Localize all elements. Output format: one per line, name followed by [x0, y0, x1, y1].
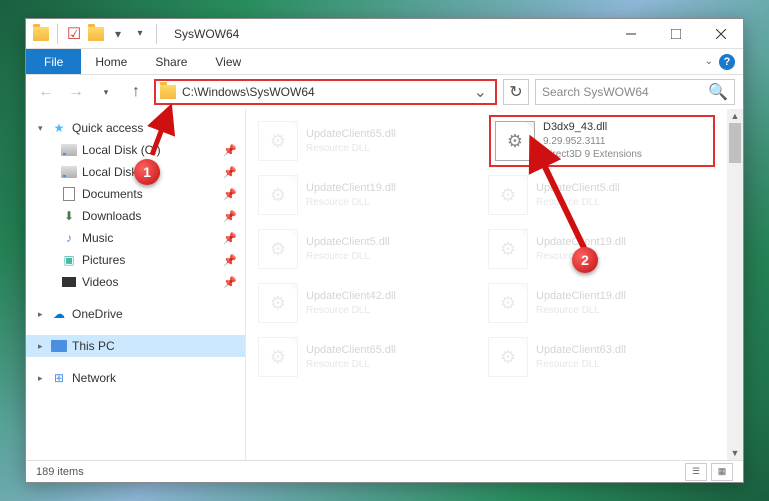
sidebar-pictures[interactable]: ▣Pictures📌 [26, 249, 245, 271]
properties-icon[interactable]: ☑ [65, 25, 83, 43]
home-tab[interactable]: Home [81, 49, 141, 74]
sidebar-music[interactable]: ♪Music📌 [26, 227, 245, 249]
search-placeholder: Search SysWOW64 [542, 85, 708, 99]
vertical-scrollbar[interactable]: ▲ ▼ [727, 109, 743, 460]
item-count: 189 items [36, 466, 685, 478]
chevron-right-icon[interactable]: ▸ [38, 309, 50, 320]
sidebar-local-disk-c[interactable]: Local Disk (C:)📌 [26, 139, 245, 161]
forward-button[interactable]: → [64, 80, 88, 104]
status-bar: 189 items ☰ ▦ [26, 460, 743, 482]
chevron-down-icon[interactable]: ▾ [38, 123, 50, 134]
music-icon: ♪ [60, 230, 78, 246]
pin-icon: 📌 [223, 188, 237, 201]
file-tab[interactable]: File [26, 49, 81, 74]
new-folder-icon[interactable] [87, 25, 105, 43]
address-dropdown-icon[interactable]: ⌄ [470, 82, 491, 102]
scroll-up-icon[interactable]: ▲ [727, 109, 743, 123]
cloud-icon: ☁ [50, 306, 68, 322]
ribbon: File Home Share View ⌄ ? [26, 49, 743, 75]
details-view-button[interactable]: ☰ [685, 463, 707, 481]
navigation-pane: ▾ ★ Quick access Local Disk (C:)📌 Local … [26, 109, 246, 460]
expand-ribbon-icon[interactable]: ⌄ [705, 56, 713, 67]
search-icon: 🔍 [708, 82, 728, 102]
chevron-right-icon[interactable]: ▸ [38, 373, 50, 384]
scroll-down-icon[interactable]: ▼ [727, 446, 743, 460]
disk-icon [60, 164, 78, 180]
callout-arrow-2 [520, 130, 600, 265]
pin-icon: 📌 [223, 144, 237, 157]
address-bar[interactable]: C:\Windows\SysWOW64 ⌄ [154, 79, 497, 105]
pc-icon [50, 338, 68, 354]
chevron-right-icon[interactable]: ▸ [38, 341, 50, 352]
icons-view-button[interactable]: ▦ [711, 463, 733, 481]
callout-arrow-1 [146, 100, 186, 165]
share-tab[interactable]: Share [141, 49, 201, 74]
scroll-thumb[interactable] [729, 123, 741, 163]
download-icon: ⬇ [60, 208, 78, 224]
document-icon [60, 186, 78, 202]
quick-access[interactable]: ▾ ★ Quick access [26, 117, 245, 139]
maximize-button[interactable] [653, 19, 698, 49]
close-button[interactable] [698, 19, 743, 49]
network-icon: ⊞ [50, 370, 68, 386]
folder-icon [160, 85, 176, 99]
sidebar-network[interactable]: ▸⊞Network [26, 367, 245, 389]
disk-icon [60, 142, 78, 158]
sidebar-documents[interactable]: Documents📌 [26, 183, 245, 205]
sidebar-videos[interactable]: Videos📌 [26, 271, 245, 293]
explorer-window: ☑ ▾ ▾ SysWOW64 File Home Share View ⌄ ? … [25, 18, 744, 483]
view-tab[interactable]: View [201, 49, 255, 74]
star-icon: ★ [50, 120, 68, 136]
sidebar-this-pc[interactable]: ▸This PC [26, 335, 245, 357]
customize-icon[interactable]: ▾ [131, 25, 149, 43]
up-button[interactable]: ↑ [124, 80, 148, 104]
help-icon[interactable]: ? [719, 54, 735, 70]
content-pane: ⚙UpdateClient65.dllResource DLL⚙UpdateCl… [246, 109, 743, 460]
address-path: C:\Windows\SysWOW64 [182, 85, 470, 99]
callout-2: 2 [572, 247, 598, 273]
pictures-icon: ▣ [60, 252, 78, 268]
refresh-button[interactable]: ↻ [503, 79, 529, 105]
window-title: SysWOW64 [166, 27, 608, 41]
qat-dropdown-icon[interactable]: ▾ [109, 25, 127, 43]
folder-icon [32, 25, 50, 43]
callout-1: 1 [134, 159, 160, 185]
pin-icon: 📌 [223, 232, 237, 245]
videos-icon [60, 274, 78, 290]
pin-icon: 📌 [223, 210, 237, 223]
pin-icon: 📌 [223, 276, 237, 289]
search-box[interactable]: Search SysWOW64 🔍 [535, 79, 735, 105]
sidebar-downloads[interactable]: ⬇Downloads📌 [26, 205, 245, 227]
pin-icon: 📌 [223, 166, 237, 179]
pin-icon: 📌 [223, 254, 237, 267]
navbar: ← → ▾ ↑ C:\Windows\SysWOW64 ⌄ ↻ Search S… [26, 75, 743, 109]
back-button[interactable]: ← [34, 80, 58, 104]
sidebar-onedrive[interactable]: ▸☁OneDrive [26, 303, 245, 325]
titlebar: ☑ ▾ ▾ SysWOW64 [26, 19, 743, 49]
minimize-button[interactable] [608, 19, 653, 49]
recent-dropdown[interactable]: ▾ [94, 80, 118, 104]
